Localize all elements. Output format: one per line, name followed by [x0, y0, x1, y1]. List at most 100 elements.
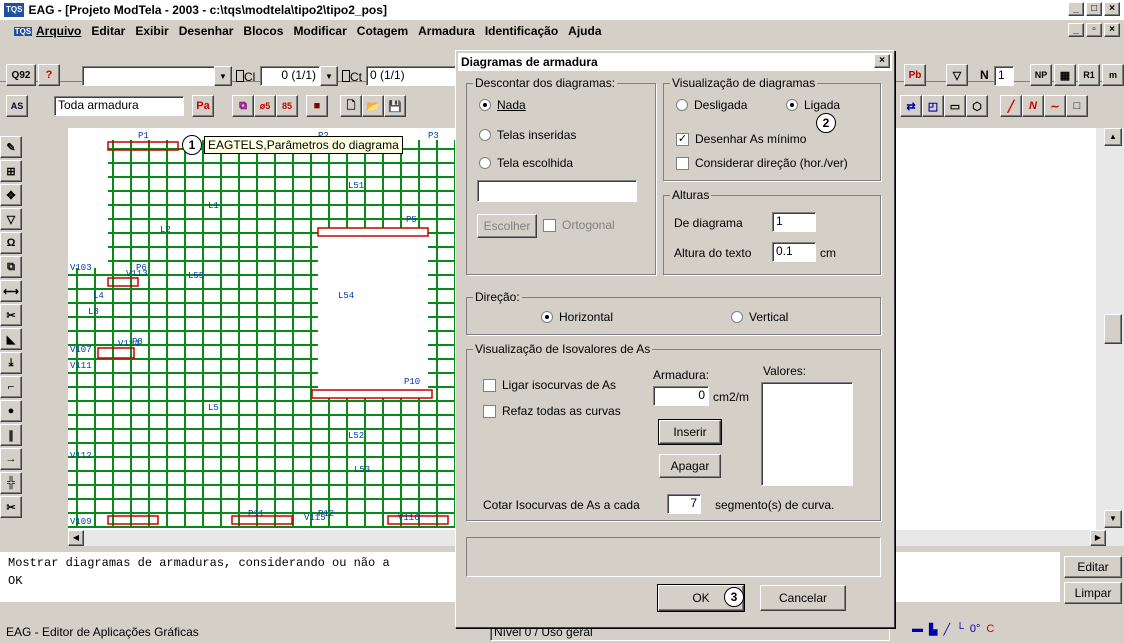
menu-desenhar[interactable]: Desenhar — [179, 24, 234, 38]
select-icon[interactable]: ⊞ — [0, 160, 22, 182]
tool-icon[interactable]: ▭ — [944, 95, 966, 117]
trim-icon[interactable]: ✂ — [0, 304, 22, 326]
n-field[interactable]: 1 — [994, 66, 1014, 86]
editar-button[interactable]: Editar — [1064, 556, 1122, 578]
pa-button[interactable]: Pa — [192, 95, 214, 117]
child-minimize-icon[interactable]: _ — [1068, 23, 1084, 37]
diagrama-height-field[interactable]: 1 — [772, 212, 816, 232]
texto-height-field[interactable]: 0.1 — [772, 242, 816, 262]
tela-escolhida-field[interactable] — [477, 180, 637, 202]
escolher-button[interactable]: Escolher — [477, 214, 537, 238]
layer-combo[interactable] — [82, 66, 232, 86]
layer-field[interactable]: Toda armadura — [54, 96, 184, 116]
menu-cotagem[interactable]: Cotagem — [357, 24, 408, 38]
arrow-icon[interactable]: → — [0, 448, 22, 470]
drawing-canvas[interactable]: P1P2P3P5P6P8P10P11P12L1L2L3L4L5L51L52L53… — [68, 128, 458, 530]
np-icon[interactable]: NP — [1030, 64, 1052, 86]
radio-nada[interactable]: Nada — [479, 98, 526, 112]
help-icon[interactable]: ? — [38, 64, 60, 86]
pencil-icon[interactable]: ✎ — [0, 136, 22, 158]
point-icon[interactable]: ● — [0, 400, 22, 422]
menu-arquivo[interactable]: Arquivo — [36, 24, 81, 38]
radio-tela-escolhida[interactable]: Tela escolhida — [479, 156, 573, 170]
radio-ligada[interactable]: Ligada — [786, 98, 840, 112]
status-icon-4[interactable]: └ — [956, 623, 964, 636]
filter-icon[interactable]: ▽ — [946, 64, 968, 86]
ortogonal-checkbox[interactable]: Ortogonal — [543, 218, 615, 232]
valores-list[interactable] — [761, 382, 853, 486]
minimize-icon[interactable]: _ — [1068, 2, 1084, 16]
as-icon[interactable]: AS — [6, 95, 28, 117]
menu-modificar[interactable]: Modificar — [293, 24, 346, 38]
menu-editar[interactable]: Editar — [91, 24, 125, 38]
table-icon[interactable]: ▦ — [1054, 64, 1076, 86]
apagar-button[interactable]: Apagar — [659, 454, 721, 478]
child-restore-icon[interactable]: ▫ — [1086, 23, 1102, 37]
shape-icon[interactable]: ⬡ — [966, 95, 988, 117]
parallel-icon[interactable]: ∥ — [0, 424, 22, 446]
radio-vertical[interactable]: Vertical — [731, 310, 788, 324]
scissors-icon[interactable]: ✂ — [0, 496, 22, 518]
pb-icon[interactable]: Pb — [904, 64, 926, 86]
fillet-icon[interactable]: ⌐ — [0, 376, 22, 398]
menu-exibir[interactable]: Exibir — [135, 24, 168, 38]
vertical-scrollbar[interactable]: ▲ ▼ — [1096, 128, 1124, 530]
refaz-curvas-checkbox[interactable]: Refaz todas as curvas — [483, 404, 621, 418]
stop-icon[interactable]: ■ — [306, 95, 328, 117]
line-icon[interactable]: ╱ — [1000, 95, 1022, 117]
omega-icon[interactable]: Ω — [0, 232, 22, 254]
armadura-field[interactable]: 0 — [653, 386, 709, 406]
cancelar-button[interactable]: Cancelar — [760, 585, 846, 611]
bar-icon[interactable]: ø5 — [254, 95, 276, 117]
status-icon-3[interactable]: ╱ — [943, 623, 950, 636]
copy-icon[interactable]: ⧉ — [0, 256, 22, 278]
scroll-up-icon[interactable]: ▲ — [1104, 128, 1122, 146]
menu-identificacao[interactable]: Identificação — [485, 24, 558, 38]
curve-icon[interactable]: ∼ — [1044, 95, 1066, 117]
save-icon[interactable]: 💾 — [384, 95, 406, 117]
grid-icon[interactable]: ╬ — [0, 472, 22, 494]
limpar-button[interactable]: Limpar — [1064, 582, 1122, 604]
swap-icon[interactable]: ⇄ — [900, 95, 922, 117]
extend-icon[interactable]: ⤓ — [0, 352, 22, 374]
rect-icon[interactable]: □ — [1066, 95, 1088, 117]
cotar-field[interactable]: 7 — [667, 494, 701, 514]
close-icon[interactable]: × — [1104, 2, 1120, 16]
scroll-down-icon[interactable]: ▼ — [1104, 510, 1122, 528]
cl-dropdown-icon[interactable]: ▼ — [320, 66, 338, 86]
more-icon[interactable]: m — [1102, 64, 1124, 86]
considerar-direcao-checkbox[interactable]: Considerar direção (hor./ver) — [676, 156, 848, 170]
scroll-thumb[interactable] — [1104, 314, 1122, 344]
radio-desligada[interactable]: Desligada — [676, 98, 747, 112]
status-icon-5[interactable]: 0° — [970, 623, 981, 636]
n-chart-icon[interactable]: R1 — [1078, 64, 1100, 86]
diagram-icon[interactable]: ⧉ — [232, 95, 254, 117]
scroll-left-icon[interactable]: ◀ — [68, 530, 84, 546]
fill-icon[interactable]: ▽ — [0, 208, 22, 230]
move-icon[interactable]: ✥ — [0, 184, 22, 206]
desenhar-as-minimo-checkbox[interactable]: ✓ Desenhar As mínimo — [676, 132, 806, 146]
ct-combo[interactable]: 0 (1/1) — [366, 66, 456, 86]
bar2-icon[interactable]: 85 — [276, 95, 298, 117]
mirror-icon[interactable]: ⟷ — [0, 280, 22, 302]
open-folder-icon[interactable]: 📂 — [362, 95, 384, 117]
layer-combo-dropdown-icon[interactable]: ▼ — [214, 66, 232, 86]
inserir-button[interactable]: Inserir — [658, 419, 722, 445]
scroll-right-icon[interactable]: ▶ — [1090, 530, 1106, 546]
new-file-icon[interactable]: 🗋 — [340, 95, 362, 117]
vertex-icon[interactable]: ◣ — [0, 328, 22, 350]
maximize-icon[interactable]: □ — [1086, 2, 1102, 16]
ligar-isocurvas-checkbox[interactable]: Ligar isocurvas de As — [483, 378, 616, 392]
n-line-icon[interactable]: N — [1022, 95, 1044, 117]
window-icon[interactable]: ◰ — [922, 95, 944, 117]
radio-horizontal[interactable]: Horizontal — [541, 310, 613, 324]
status-icon-1[interactable]: ▬ — [912, 623, 923, 636]
status-icon-6[interactable]: C — [986, 623, 994, 636]
menu-blocos[interactable]: Blocos — [243, 24, 283, 38]
status-icon-2[interactable]: ▙ — [929, 623, 937, 636]
child-close-icon[interactable]: × — [1104, 23, 1120, 37]
menu-armadura[interactable]: Armadura — [418, 24, 475, 38]
radio-telas-inseridas[interactable]: Telas inseridas — [479, 128, 576, 142]
canvas-right-area[interactable] — [880, 128, 1096, 530]
dialog-close-icon[interactable]: × — [874, 54, 890, 68]
